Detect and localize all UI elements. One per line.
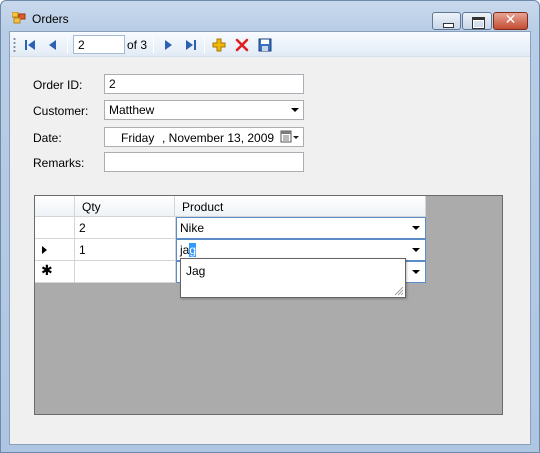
delete-button[interactable] bbox=[232, 35, 252, 55]
row-header-current[interactable] bbox=[35, 239, 75, 261]
app-icon bbox=[12, 12, 26, 24]
new-row-icon: ✱ bbox=[41, 262, 53, 278]
remarks-field[interactable] bbox=[104, 152, 304, 172]
count-label: of 3 bbox=[127, 38, 148, 52]
qty-cell[interactable]: 1 bbox=[75, 239, 176, 261]
date-label: Date: bbox=[33, 131, 62, 145]
move-previous-icon bbox=[49, 40, 56, 50]
move-last-icon bbox=[186, 40, 196, 50]
window-title: Orders bbox=[32, 12, 69, 26]
calendar-icon[interactable] bbox=[280, 130, 300, 144]
row-header-new[interactable]: ✱ bbox=[35, 261, 75, 283]
toolbar-grip[interactable] bbox=[13, 37, 16, 53]
chevron-down-icon[interactable] bbox=[291, 108, 299, 112]
qty-cell[interactable]: 2 bbox=[75, 217, 176, 239]
date-text[interactable]: , November 13, 2009 bbox=[162, 131, 274, 145]
resize-grip-icon[interactable] bbox=[392, 284, 404, 296]
move-previous-button[interactable] bbox=[43, 35, 63, 55]
add-new-button[interactable] bbox=[209, 35, 229, 55]
current-row-icon bbox=[42, 246, 47, 254]
date-picker[interactable]: Friday , November 13, 2009 bbox=[104, 127, 304, 147]
binding-navigator: of 3 bbox=[10, 32, 530, 57]
customer-combobox[interactable]: Matthew bbox=[104, 100, 304, 120]
autocomplete-dropdown[interactable]: Jag bbox=[180, 258, 406, 298]
product-value: Nike bbox=[180, 221, 205, 235]
close-icon: ✕ bbox=[504, 12, 517, 28]
order-lines-grid[interactable]: Qty Product 2 Nike 1 jag ✱ bbox=[34, 195, 503, 415]
column-header-product[interactable]: Product bbox=[175, 196, 426, 217]
customer-value: Matthew bbox=[109, 103, 155, 117]
move-last-button[interactable] bbox=[181, 35, 201, 55]
date-day[interactable]: Friday bbox=[121, 131, 154, 145]
toolbar-separator bbox=[67, 36, 68, 53]
toolbar-separator bbox=[204, 36, 205, 53]
delete-icon bbox=[235, 38, 249, 52]
move-next-icon bbox=[165, 40, 172, 50]
close-button[interactable]: ✕ bbox=[493, 12, 528, 30]
add-icon bbox=[212, 38, 226, 52]
maximize-button[interactable] bbox=[462, 12, 492, 30]
product-combobox-cell[interactable]: Nike bbox=[176, 217, 426, 239]
grid-corner-header[interactable] bbox=[35, 196, 75, 217]
save-button[interactable] bbox=[255, 35, 275, 55]
order-id-label: Order ID: bbox=[33, 78, 83, 92]
chevron-down-icon[interactable] bbox=[412, 270, 420, 274]
client-area: of 3 bbox=[9, 31, 531, 445]
qty-cell[interactable] bbox=[75, 261, 176, 283]
remarks-label: Remarks: bbox=[33, 156, 85, 170]
row-header[interactable] bbox=[35, 217, 75, 239]
product-typed-text: ja bbox=[180, 243, 190, 257]
customer-label: Customer: bbox=[33, 104, 89, 118]
chevron-down-icon[interactable] bbox=[412, 226, 420, 230]
minimize-button[interactable] bbox=[432, 12, 461, 30]
orders-window: Orders ✕ of 3 bbox=[0, 0, 540, 453]
chevron-down-icon[interactable] bbox=[412, 248, 420, 252]
move-first-button[interactable] bbox=[20, 35, 40, 55]
toolbar-separator bbox=[153, 36, 154, 53]
move-first-icon bbox=[25, 40, 35, 50]
dropdown-item[interactable]: Jag bbox=[186, 264, 205, 278]
autocomplete-selection: g bbox=[189, 243, 197, 257]
title-bar[interactable]: Orders ✕ bbox=[1, 1, 539, 31]
position-input[interactable] bbox=[73, 35, 125, 54]
save-icon bbox=[258, 38, 272, 52]
column-header-qty[interactable]: Qty bbox=[75, 196, 175, 217]
move-next-button[interactable] bbox=[158, 35, 178, 55]
order-id-field[interactable]: 2 bbox=[104, 74, 304, 94]
